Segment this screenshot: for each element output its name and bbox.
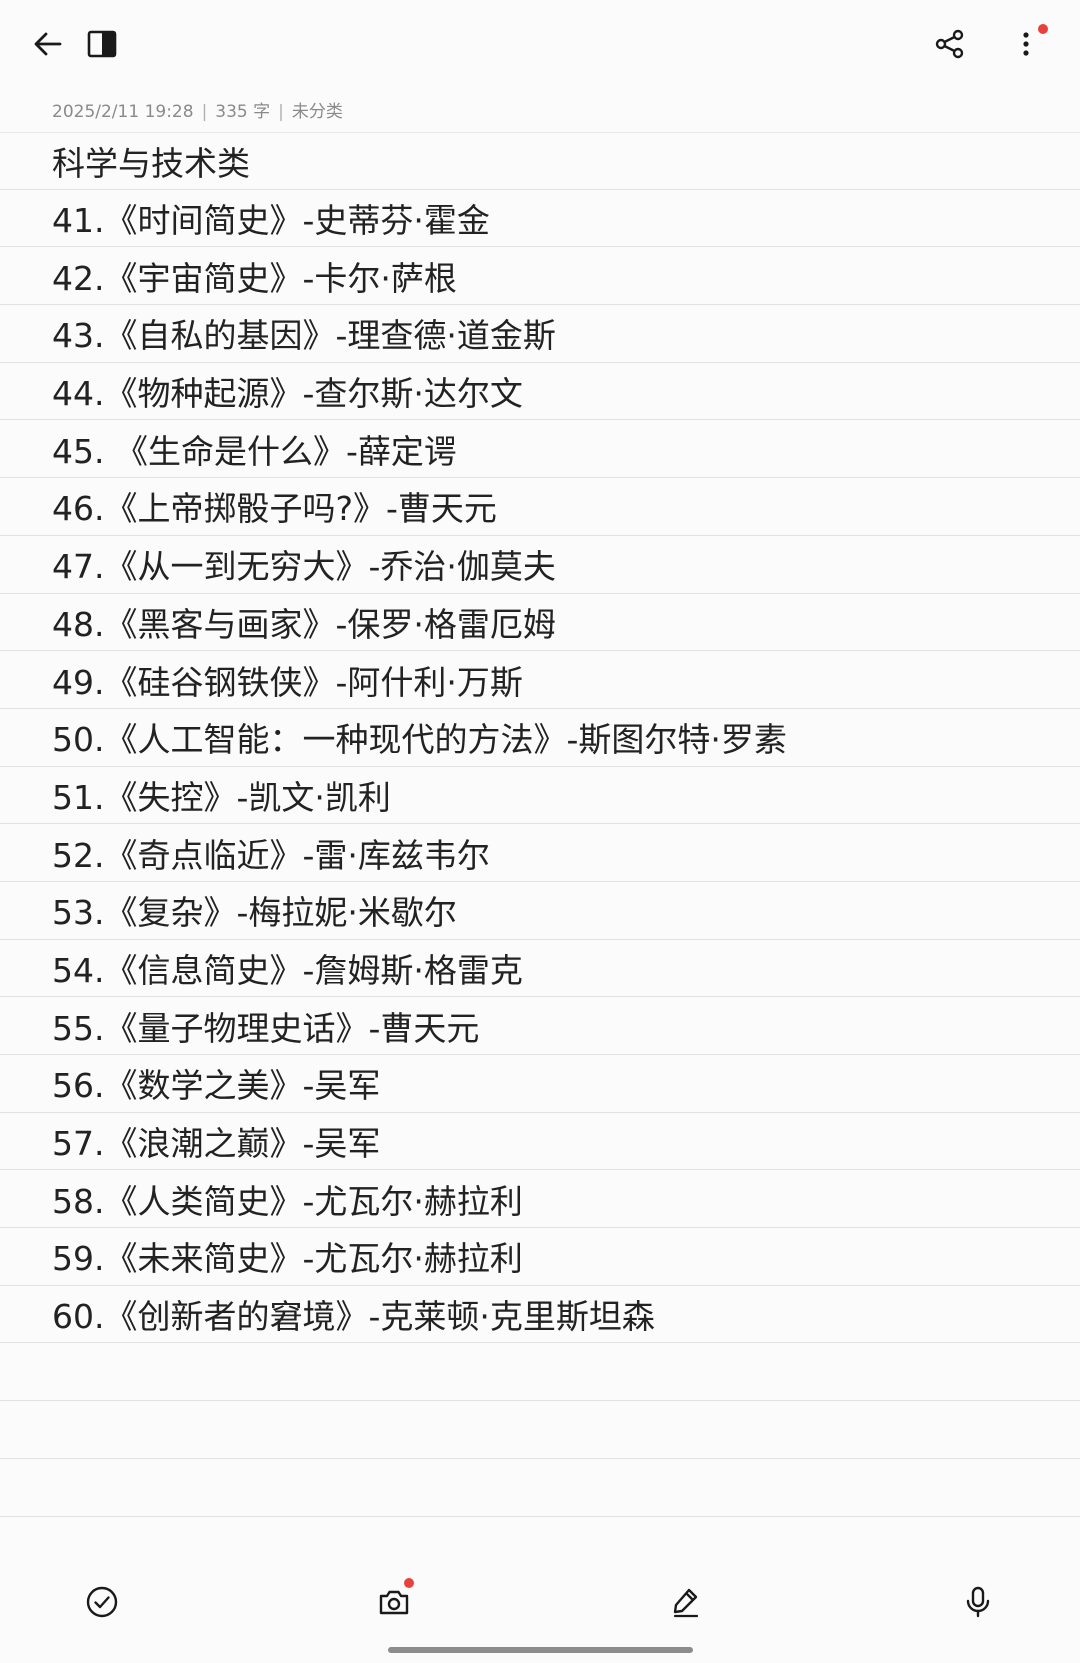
camera-icon [379, 1590, 409, 1615]
note-body[interactable]: 科学与技术类 41.《时间简史》-史蒂芬·霍金 42.《宇宙简史》-卡尔·萨根 … [0, 132, 1080, 1517]
note-title[interactable]: 科学与技术类 [0, 132, 1080, 190]
panel-toggle-button[interactable] [74, 16, 130, 72]
note-category[interactable]: 未分类 [292, 102, 343, 122]
note-line[interactable]: 59.《未来简史》-尤瓦尔·赫拉利 [0, 1228, 1080, 1286]
note-line[interactable]: 57.《浪潮之巅》-吴军 [0, 1113, 1080, 1171]
note-line[interactable]: 50.《人工智能：一种现代的方法》-斯图尔特·罗素 [0, 709, 1080, 767]
note-line[interactable]: 60.《创新者的窘境》-克莱顿·克里斯坦森 [0, 1286, 1080, 1344]
more-vertical-icon [1023, 32, 1029, 56]
note-line[interactable]: 45. 《生命是什么》-薛定谔 [0, 420, 1080, 479]
note-line[interactable]: 53.《复杂》-梅拉妮·米歇尔 [0, 882, 1080, 940]
note-line[interactable]: 56.《数学之美》-吴军 [0, 1055, 1080, 1113]
note-line[interactable]: 55.《量子物理史话》-曹天元 [0, 997, 1080, 1055]
camera-notification-dot [404, 1578, 414, 1588]
share-button[interactable] [922, 16, 978, 72]
note-line[interactable]: 48.《黑客与画家》-保罗·格雷厄姆 [0, 594, 1080, 652]
bottom-toolbar [0, 1570, 1080, 1640]
note-empty-line[interactable] [0, 1459, 1080, 1517]
note-line[interactable]: 51.《失控》-凯文·凯利 [0, 767, 1080, 825]
note-line[interactable]: 49.《硅谷钢铁侠》-阿什利·万斯 [0, 651, 1080, 709]
share-icon [935, 29, 964, 59]
note-line[interactable]: 41.《时间简史》-史蒂芬·霍金 [0, 190, 1080, 248]
note-line[interactable]: 47.《从一到无穷大》-乔治·伽莫夫 [0, 536, 1080, 594]
note-empty-line[interactable] [0, 1401, 1080, 1459]
checklist-icon [86, 1586, 118, 1618]
notification-dot [1038, 24, 1048, 34]
note-line[interactable]: 54.《信息简史》-詹姆斯·格雷克 [0, 940, 1080, 998]
top-bar [0, 0, 1080, 88]
note-line[interactable]: 44.《物种起源》-查尔斯·达尔文 [0, 363, 1080, 421]
camera-button[interactable] [362, 1570, 426, 1634]
arrow-left-icon [34, 32, 62, 56]
note-word-count: 335 字 [215, 102, 271, 122]
note-line[interactable]: 43.《自私的基因》-理查德·道金斯 [0, 305, 1080, 363]
home-indicator[interactable] [388, 1647, 693, 1653]
note-line[interactable]: 42.《宇宙简史》-卡尔·萨根 [0, 247, 1080, 306]
handwriting-button[interactable] [654, 1570, 718, 1634]
pen-icon [673, 1588, 699, 1618]
note-meta: 2025/2/11 19:28 | 335 字 | 未分类 [52, 102, 343, 122]
note-line[interactable]: 46.《上帝掷骰子吗?》-曹天元 [0, 478, 1080, 536]
voice-input-button[interactable] [946, 1570, 1010, 1634]
note-datetime: 2025/2/11 19:28 [52, 102, 194, 122]
back-button[interactable] [20, 16, 76, 72]
checklist-button[interactable] [70, 1570, 134, 1634]
note-line[interactable]: 58.《人类简史》-尤瓦尔·赫拉利 [0, 1170, 1080, 1229]
panel-toggle-icon [87, 30, 117, 58]
note-line[interactable]: 52.《奇点临近》-雷·库兹韦尔 [0, 824, 1080, 882]
microphone-icon [966, 1586, 990, 1618]
note-empty-line[interactable] [0, 1343, 1080, 1402]
